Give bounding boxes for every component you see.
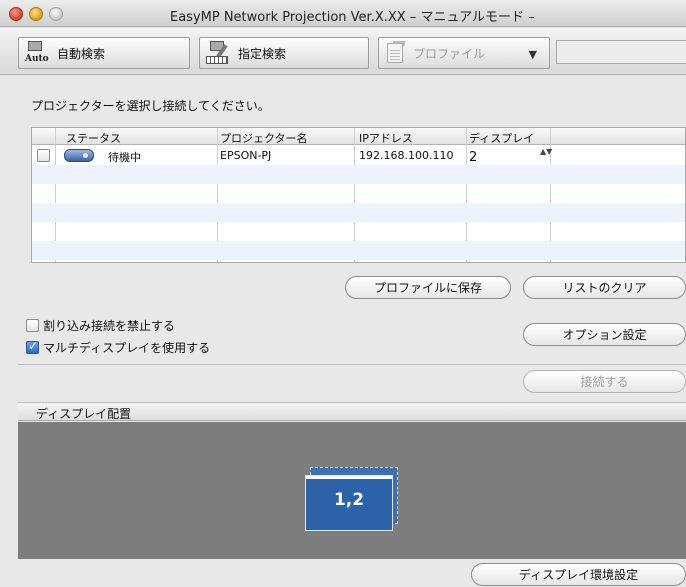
display-layout-title: ディスプレイ配置 xyxy=(36,407,132,421)
connect-button[interactable]: 接続する xyxy=(523,370,686,393)
table-header: ステータス プロジェクター名 IPアドレス ディスプレイ xyxy=(32,128,685,145)
projector-icon xyxy=(64,149,94,162)
display-layout-header: ディスプレイ配置 xyxy=(18,402,686,421)
ip-address-cell: 192.168.100.110 xyxy=(359,149,454,162)
manual-search-icon xyxy=(206,40,232,66)
minimize-window-button[interactable] xyxy=(29,7,43,21)
clear-list-button[interactable]: リストのクリア xyxy=(523,276,686,299)
column-header-status[interactable]: ステータス xyxy=(66,130,121,146)
auto-search-button[interactable]: Auto 自動検索 xyxy=(18,37,190,69)
auto-icon-text: Auto xyxy=(25,54,49,64)
close-window-button[interactable] xyxy=(9,7,23,21)
profile-label: プロファイル xyxy=(413,46,486,61)
search-field[interactable] xyxy=(556,40,686,64)
auto-search-icon: Auto xyxy=(25,40,51,66)
multi-display-checkbox[interactable] xyxy=(26,339,39,354)
column-header-name[interactable]: プロジェクター名 xyxy=(220,130,308,146)
chevron-down-icon: ▼ xyxy=(528,48,537,61)
options-button[interactable]: オプション設定 xyxy=(523,323,686,346)
table-row[interactable] xyxy=(32,165,685,184)
display-tile-label: 1,2 xyxy=(333,490,365,510)
table-row[interactable] xyxy=(32,203,685,222)
instruction-text: プロジェクターを選択し接続してください。 xyxy=(31,99,270,113)
profile-icon xyxy=(385,41,407,65)
row-select-checkbox[interactable] xyxy=(37,149,50,162)
column-header-display[interactable]: ディスプレイ xyxy=(469,130,534,146)
window-title: EasyMP Network Projection Ver.X.XX – マニュ… xyxy=(170,10,535,25)
table-row[interactable] xyxy=(32,222,685,241)
zoom-window-button[interactable] xyxy=(49,7,63,21)
disable-interrupt-label: 割り込み接続を禁止する xyxy=(43,319,176,333)
disable-interrupt-option[interactable]: 割り込み接続を禁止する xyxy=(26,317,175,334)
disable-interrupt-checkbox[interactable] xyxy=(26,319,39,332)
profile-dropdown[interactable]: プロファイル ▼ xyxy=(378,37,550,69)
toolbar: Auto 自動検索 指定検索 プロファイル ▼ xyxy=(0,28,686,75)
save-profile-button[interactable]: プロファイルに保存 xyxy=(345,276,511,299)
multi-display-option[interactable]: マルチディスプレイを使用する xyxy=(26,339,210,356)
manual-search-button[interactable]: 指定検索 xyxy=(199,37,369,69)
auto-search-label: 自動検索 xyxy=(57,46,106,61)
status-cell: 待機中 xyxy=(108,151,141,164)
display-settings-button[interactable]: ディスプレイ環境設定 xyxy=(471,563,686,586)
manual-search-label: 指定検索 xyxy=(238,46,287,61)
display-stepper-icon[interactable]: ▲▼ xyxy=(540,148,552,156)
projector-name-cell: EPSON-PJ xyxy=(220,149,272,162)
multi-display-label: マルチディスプレイを使用する xyxy=(43,341,211,355)
table-row[interactable] xyxy=(32,184,685,203)
table-row[interactable] xyxy=(32,241,685,260)
title-bar: EasyMP Network Projection Ver.X.XX – マニュ… xyxy=(0,0,686,27)
display-number-cell[interactable]: 2 xyxy=(469,150,477,165)
projector-table: ステータス プロジェクター名 IPアドレス ディスプレイ 待機中 EPSON-P… xyxy=(31,127,686,263)
column-header-ip[interactable]: IPアドレス xyxy=(359,130,413,146)
divider xyxy=(18,364,686,365)
display-tile[interactable]: 1,2 xyxy=(305,475,393,531)
table-row[interactable]: 待機中 EPSON-PJ 192.168.100.110 2 ▲▼ xyxy=(32,146,685,165)
app-window: EasyMP Network Projection Ver.X.XX – マニュ… xyxy=(0,0,686,587)
